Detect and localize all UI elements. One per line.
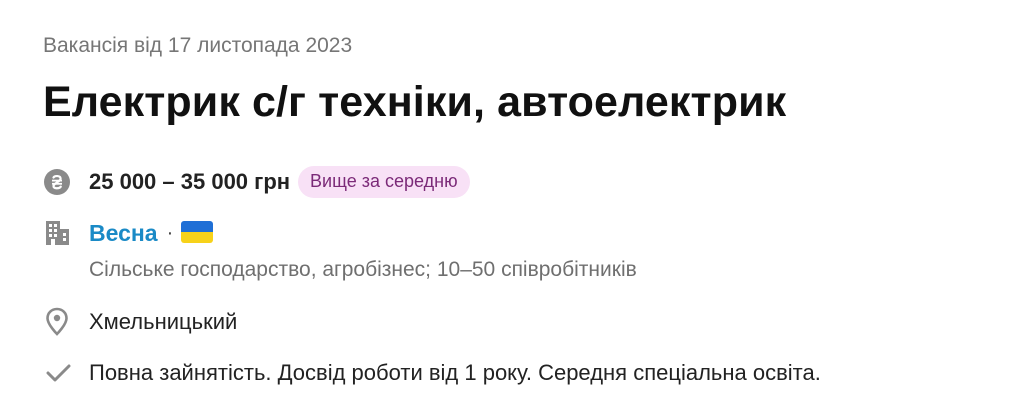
employment-conditions: Повна зайнятість. Досвід роботи від 1 ро…: [89, 360, 821, 385]
page-title: Електрик с/г техніки, автоелектрик: [43, 78, 787, 126]
ukraine-flag-icon: [181, 221, 214, 243]
salary-amount: 25 000 – 35 000 грн: [89, 169, 291, 194]
company-row: Весна ·: [43, 217, 214, 249]
checkmark-icon: [43, 357, 89, 389]
city-name: Хмельницький: [89, 309, 238, 334]
office-building-icon: [43, 217, 89, 249]
hryvnia-coin-icon: [43, 166, 89, 198]
conditions-row: Повна зайнятість. Досвід роботи від 1 ро…: [43, 357, 821, 389]
posted-date: Вакансія від 17 листопада 2023: [43, 34, 353, 57]
salary-row: 25 000 – 35 000 грн Вище за середню: [43, 166, 470, 198]
location-pin-icon: [43, 306, 89, 338]
salary-badge: Вище за середню: [298, 166, 470, 198]
separator-dot: ·: [166, 221, 174, 244]
company-name-link[interactable]: Весна: [89, 220, 158, 247]
location-row: Хмельницький: [43, 306, 237, 338]
company-description: Сільське господарство, агробізнес; 10–50…: [89, 258, 637, 281]
